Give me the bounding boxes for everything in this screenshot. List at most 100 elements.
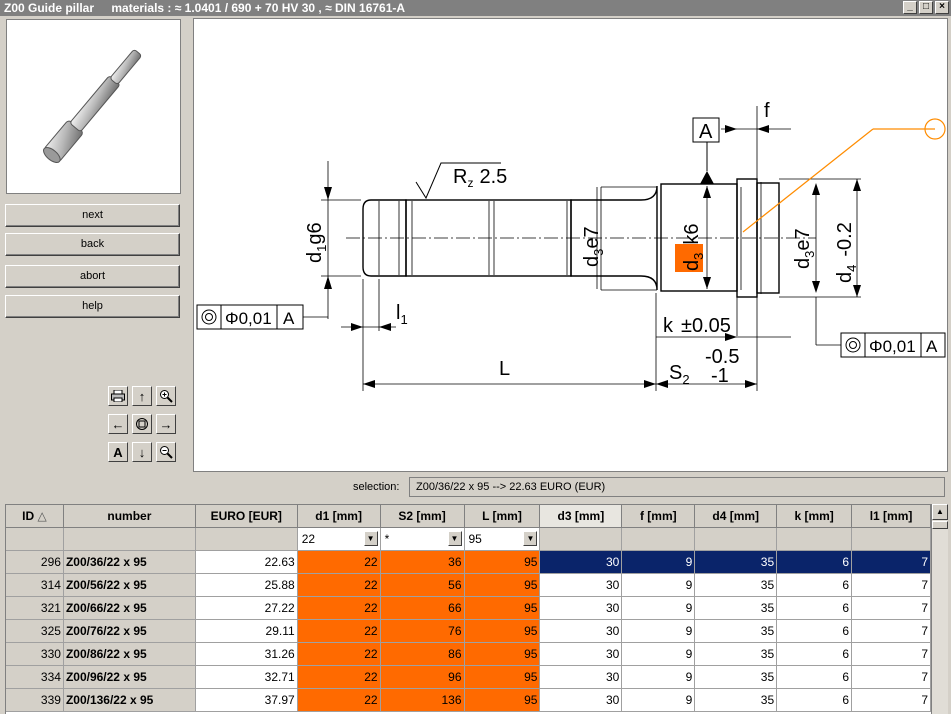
column-header-k[interactable]: k [mm]	[777, 505, 853, 528]
table-cell: 30	[540, 643, 623, 666]
table-row[interactable]: 334 Z00/96/22 x 95 32.71 22 96 95 30 9 35 6 7	[6, 666, 931, 689]
table-row[interactable]: 330 Z00/86/22 x 95 31.26 22 86 95 30 9 35 6 7	[6, 643, 931, 666]
column-header-euro[interactable]: EURO [EUR]	[195, 505, 298, 528]
table-filter-row: 22 ▼ * ▼ 95 ▼	[6, 528, 931, 551]
materials-label: materials : ≈ 1.0401 / 690 + 70 HV 30 , …	[111, 1, 406, 15]
filter-l-select[interactable]: 95 ▼	[464, 528, 541, 551]
table-cell: 95	[464, 689, 541, 712]
text-toggle-icon[interactable]: A	[108, 442, 128, 462]
table-cell: 6	[777, 620, 853, 643]
table-cell: Z00/66/22 x 95	[63, 597, 196, 620]
rz-label: Rz 2.5	[453, 166, 507, 190]
table-row[interactable]: 296 Z00/36/22 x 95 22.63 22 36 95 30 9 35 6 7	[6, 551, 931, 574]
table-cell: 9	[622, 689, 696, 712]
table-cell: 36	[380, 551, 465, 574]
column-header-l1[interactable]: l1 [mm]	[852, 505, 931, 528]
table-cell: Z00/136/22 x 95	[63, 689, 196, 712]
table-header-row: ID △ number EURO [EUR] d1 [mm] S2 [mm] L…	[6, 505, 931, 528]
minimize-button[interactable]: _	[903, 1, 917, 14]
table-cell: 30	[540, 574, 623, 597]
table-cell: 35	[695, 643, 778, 666]
table-row[interactable]: 314 Z00/56/22 x 95 25.88 22 56 95 30 9 35 6 7	[6, 574, 931, 597]
table-cell: 7	[852, 597, 931, 620]
pan-up-icon[interactable]: ↑	[132, 386, 152, 406]
table-cell: 66	[380, 597, 465, 620]
pan-down-icon[interactable]: ↓	[132, 442, 152, 462]
svg-text:A: A	[283, 309, 295, 328]
zoom-in-icon[interactable]	[156, 386, 176, 406]
zoom-out-icon[interactable]	[156, 442, 176, 462]
filter-s2-select[interactable]: * ▼	[380, 528, 465, 551]
window-title-bar: Z00 Guide pillar materials : ≈ 1.0401 / …	[0, 0, 951, 16]
L-dimension-label: L	[499, 358, 510, 380]
table-row[interactable]: 325 Z00/76/22 x 95 29.11 22 76 95 30 9 35 6 7	[6, 620, 931, 643]
table-cell: 30	[540, 551, 623, 574]
abort-button[interactable]: abort	[5, 265, 180, 288]
table-cell: 7	[852, 643, 931, 666]
filter-d1-select[interactable]: 22 ▼	[297, 528, 381, 551]
pan-left-icon[interactable]: ←	[108, 414, 128, 434]
table-cell: 6	[777, 689, 853, 712]
chevron-down-icon[interactable]: ▼	[523, 531, 538, 546]
table-cell: Z00/96/22 x 95	[63, 666, 196, 689]
chevron-down-icon[interactable]: ▼	[363, 531, 378, 546]
table-cell: 9	[622, 551, 696, 574]
column-header-l[interactable]: L [mm]	[464, 505, 541, 528]
table-cell: 330	[6, 643, 64, 666]
scroll-up-icon[interactable]: ▲	[932, 504, 948, 520]
help-button[interactable]: help	[5, 295, 180, 318]
part-preview-image	[6, 19, 181, 194]
table-cell: 6	[777, 666, 853, 689]
technical-drawing: Rz 2.5 A f l1 L k ±0.05 S2 -0.5 -1 d1g6 d3…	[196, 100, 946, 391]
table-cell: 6	[777, 551, 853, 574]
next-button[interactable]: next	[5, 204, 180, 227]
table-cell: 6	[777, 597, 853, 620]
table-cell: 95	[464, 620, 541, 643]
table-row[interactable]: 321 Z00/66/22 x 95 27.22 22 66 95 30 9 35 6 7	[6, 597, 931, 620]
column-header-s2[interactable]: S2 [mm]	[380, 505, 465, 528]
column-header-id[interactable]: ID △	[6, 505, 64, 528]
fit-view-icon[interactable]	[132, 414, 152, 434]
print-icon[interactable]	[108, 386, 128, 406]
table-cell: 56	[380, 574, 465, 597]
table-cell: 25.88	[195, 574, 298, 597]
table-cell: 339	[6, 689, 64, 712]
table-cell: 29.11	[195, 620, 298, 643]
table-scrollbar[interactable]: ▲	[931, 504, 948, 714]
table-row[interactable]: 339 Z00/136/22 x 95 37.97 22 136 95 30 9 35 6 7	[6, 689, 931, 712]
table-cell: 7	[852, 574, 931, 597]
table-cell: 86	[380, 643, 465, 666]
scrollbar-thumb[interactable]	[932, 521, 948, 529]
table-cell: 7	[852, 551, 931, 574]
selection-field: Z00/36/22 x 95 --> 22.63 EURO (EUR)	[409, 477, 945, 497]
maximize-button[interactable]: □	[919, 1, 933, 14]
table-cell: 22	[297, 574, 381, 597]
table-cell: 32.71	[195, 666, 298, 689]
table-cell: Z00/86/22 x 95	[63, 643, 196, 666]
table-cell: 22	[297, 666, 381, 689]
d4-dimension-label: d4-0.2	[834, 222, 859, 283]
table-cell: 30	[540, 597, 623, 620]
column-header-f[interactable]: f [mm]	[622, 505, 696, 528]
l1-dimension-label: l1	[396, 302, 408, 327]
chevron-down-icon[interactable]: ▼	[447, 531, 462, 546]
window-title: Z00 Guide pillar	[4, 1, 95, 15]
filter-l1	[852, 528, 931, 551]
table-cell: 136	[380, 689, 465, 712]
column-header-d1[interactable]: d1 [mm]	[297, 505, 381, 528]
filter-d3	[540, 528, 623, 551]
close-button[interactable]: ×	[935, 1, 949, 14]
back-button[interactable]: back	[5, 233, 180, 256]
pan-right-icon[interactable]: →	[156, 414, 176, 434]
f-dimension-label: f	[764, 100, 770, 122]
table-cell: 22	[297, 551, 381, 574]
sort-ascending-icon: △	[37, 509, 47, 523]
table-cell: 22.63	[195, 551, 298, 574]
column-header-number[interactable]: number	[63, 505, 196, 528]
filter-id	[6, 528, 64, 551]
table-cell: 37.97	[195, 689, 298, 712]
variant-table: ID △ number EURO [EUR] d1 [mm] S2 [mm] L…	[5, 504, 931, 714]
column-header-d4[interactable]: d4 [mm]	[695, 505, 778, 528]
column-header-d3[interactable]: d3 [mm]	[540, 505, 623, 528]
technical-drawing-panel: Rz 2.5 A f l1 L k ±0.05 S2 -0.5 -1 d1g6 d3…	[193, 18, 948, 472]
